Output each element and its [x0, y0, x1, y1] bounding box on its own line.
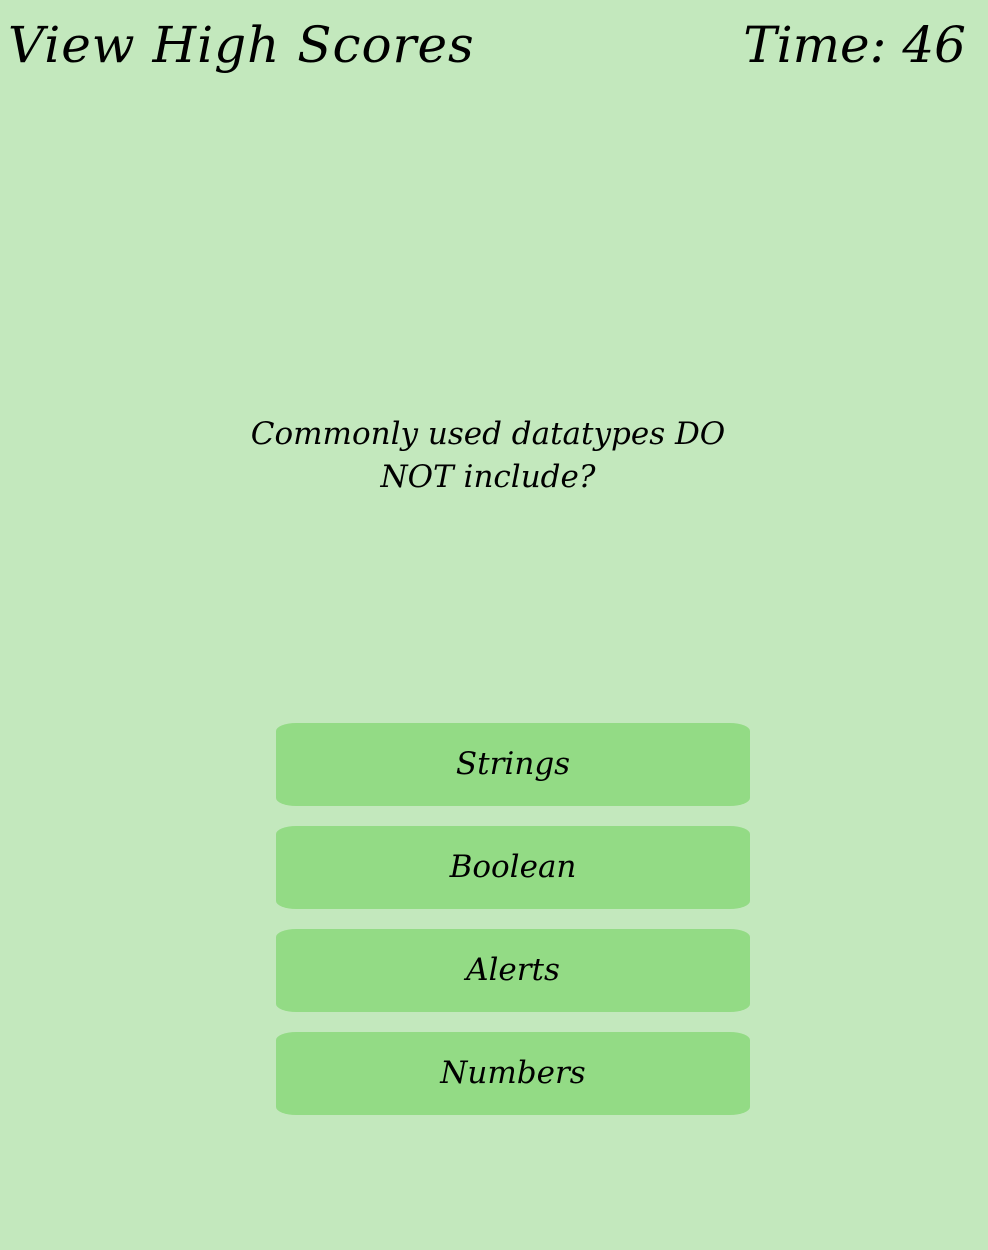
- answer-button-alerts[interactable]: Alerts: [276, 929, 750, 1012]
- header: View High Scores Time: 46: [0, 0, 988, 92]
- timer-value: 46: [902, 16, 966, 74]
- answer-list: Strings Boolean Alerts Numbers: [276, 723, 750, 1135]
- question-text: Commonly used datatypes DO NOT include?: [250, 416, 726, 495]
- quiz-page: View High Scores Time: 46 Commonly used …: [0, 0, 988, 1250]
- timer: Time: 46: [743, 10, 966, 80]
- answer-button-boolean[interactable]: Boolean: [276, 826, 750, 909]
- answer-button-strings[interactable]: Strings: [276, 723, 750, 806]
- view-high-scores-link[interactable]: View High Scores: [8, 10, 475, 80]
- timer-label: Time:: [743, 16, 887, 74]
- answer-button-numbers[interactable]: Numbers: [276, 1032, 750, 1115]
